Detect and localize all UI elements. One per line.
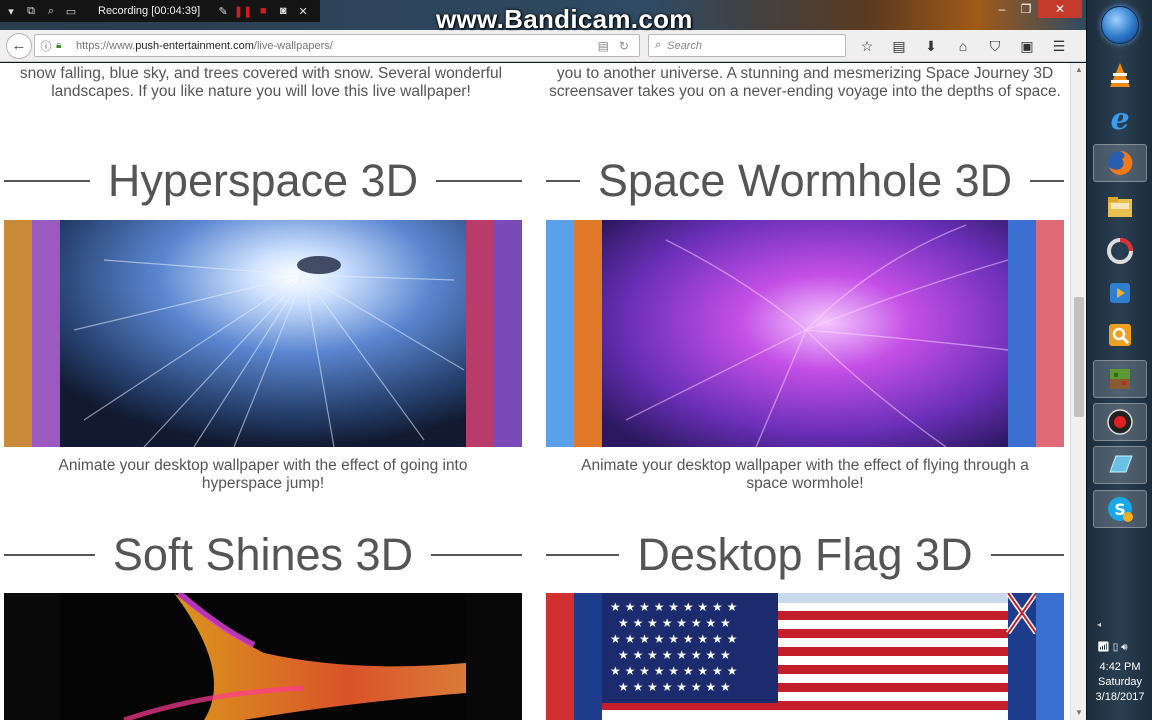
home-icon[interactable]: ⌂ [950,35,976,57]
search-icon: ⌕ [655,39,662,51]
bookmark-star-icon[interactable]: ☆ [854,35,880,57]
wallpaper-description: Animate your desktop wallpaper with the … [58,457,468,492]
media-player-icon[interactable] [1093,274,1147,312]
pause-icon[interactable]: ❚❚ [234,4,252,18]
volume-icon[interactable]: 🔊︎ [1121,642,1127,653]
clock-date: 3/18/2017 [1095,691,1145,703]
search-input[interactable]: ⌕ Search [648,34,846,57]
hyperspace-thumbnail[interactable] [4,220,522,447]
window-app-icon[interactable] [1093,446,1147,484]
tray-icons: 📶︎ ▯ 🔊︎ [1097,642,1147,653]
close-window-button[interactable]: ✕ [1038,0,1082,18]
search-app-icon[interactable] [1093,316,1147,354]
search-placeholder: Search [667,39,703,52]
wallpaper-title: Space Wormhole 3D [597,155,1013,206]
scroll-down-icon[interactable]: ▼ [1071,708,1087,718]
soft-shines-thumbnail[interactable] [4,593,522,720]
windows-taskbar: e S ◂ 📶︎ ▯ 🔊︎ 4:42 PM Saturday 3/18/2017 [1086,0,1152,720]
svg-text:★ ★ ★ ★ ★ ★ ★ ★: ★ ★ ★ ★ ★ ★ ★ ★ [618,616,731,630]
file-explorer-icon[interactable] [1093,188,1147,226]
minimize-button[interactable]: ‒ [990,0,1014,18]
url-text: https://www.push-entertainment.com/live-… [76,39,333,52]
svg-text:★ ★ ★ ★ ★ ★ ★ ★ ★: ★ ★ ★ ★ ★ ★ ★ ★ ★ [610,600,737,614]
wallpaper-description: snow falling, blue sky, and trees covere… [19,65,503,100]
address-bar[interactable]: ⓘ 🔒︎ https://www.push-entertainment.com/… [34,34,640,57]
camera-icon[interactable]: ◙ [276,4,290,18]
clock-time: 4:42 PM [1099,661,1141,673]
svg-text:★ ★ ★ ★ ★ ★ ★ ★ ★: ★ ★ ★ ★ ★ ★ ★ ★ ★ [610,632,737,646]
bandicam-watermark: www.Bandicam.com [436,4,693,34]
wallpaper-heading: Hyperspace 3D [4,158,522,203]
close-icon[interactable]: ✕ [296,4,310,18]
reading-list-icon[interactable]: ▤ [886,35,912,57]
wallpaper-heading: Soft Shines 3D [4,532,522,577]
wallpaper-title: Hyperspace 3D [107,155,419,206]
stop-icon[interactable]: ■ [256,4,270,18]
wallpaper-heading: Desktop Flag 3D [546,532,1064,577]
scroll-up-icon[interactable]: ▲ [1071,65,1087,75]
recorder-app-icon[interactable] [1093,403,1147,441]
page-scrollbar[interactable]: ▲ ▼ [1070,63,1086,720]
toolbar-icons: ☆ ▤ ⬇ ⌂ ⛉ ▣ ☰ [854,35,1072,57]
reader-view-icon[interactable]: ▤ [598,39,609,53]
menu-icon[interactable]: ☰ [1046,35,1072,57]
svg-text:★ ★ ★ ★ ★ ★ ★ ★: ★ ★ ★ ★ ★ ★ ★ ★ [618,648,731,662]
wallpaper-description: you to another universe. A stunning and … [549,65,1061,100]
clock[interactable]: 4:42 PM Saturday 3/18/2017 [1087,660,1152,705]
pencil-icon[interactable]: ✎ [216,4,230,18]
screen-region-icon[interactable]: ▭ [64,4,78,18]
fullscreen-icon[interactable]: ⧉ [24,4,38,18]
vlc-icon[interactable] [1093,56,1147,94]
pocket-icon[interactable]: ⛉ [982,35,1008,57]
power-icon[interactable]: ▯ [1113,642,1119,653]
back-button[interactable]: ← [6,32,32,59]
tray-expand-icon[interactable]: ◂ [1097,620,1101,629]
media-app-icon[interactable] [1093,232,1147,270]
wallpaper-title: Soft Shines 3D [112,529,414,580]
web-page: snow falling, blue sky, and trees covere… [0,63,1070,720]
firefox-icon[interactable] [1093,144,1147,182]
wallpaper-title: Desktop Flag 3D [637,529,973,580]
clock-day: Saturday [1097,676,1143,688]
skype-icon[interactable]: S [1093,490,1147,528]
maximize-button[interactable]: ❐ [1014,0,1038,18]
network-icon[interactable]: 📶︎ [1097,642,1110,653]
window-icon[interactable]: ▾ [4,4,18,18]
download-icon[interactable]: ⬇ [918,35,944,57]
recording-status: Recording [00:04:39] [98,5,201,17]
lock-icon: 🔒︎ [56,40,62,51]
start-button[interactable] [1101,6,1139,44]
scrollbar-thumb[interactable] [1074,297,1084,417]
info-icon[interactable]: ⓘ [39,38,53,54]
desktop-flag-thumbnail[interactable]: ★ ★ ★ ★ ★ ★ ★ ★ ★ ★ ★ ★ ★ ★ ★ ★ ★ ★ ★ ★ … [546,593,1064,720]
svg-text:★ ★ ★ ★ ★ ★ ★ ★ ★: ★ ★ ★ ★ ★ ★ ★ ★ ★ [610,664,737,678]
wallpaper-description: Animate your desktop wallpaper with the … [581,457,1029,492]
bandicam-toolbar: ▾ ⧉ ⌕ ▭ Recording [00:04:39] ✎ ❚❚ ■ ◙ ✕ [0,0,320,22]
reload-icon[interactable]: ↻ [619,39,629,53]
wallpaper-heading: Space Wormhole 3D [546,158,1064,203]
minecraft-icon[interactable] [1093,360,1147,398]
internet-explorer-icon[interactable]: e [1093,100,1147,138]
window-controls: ‒ ❐ ✕ [990,0,1082,18]
space-wormhole-thumbnail[interactable] [546,220,1064,447]
svg-text:★ ★ ★ ★ ★ ★ ★ ★: ★ ★ ★ ★ ★ ★ ★ ★ [618,680,731,694]
addon-icon[interactable]: ▣ [1014,35,1040,57]
search-icon[interactable]: ⌕ [44,4,58,18]
